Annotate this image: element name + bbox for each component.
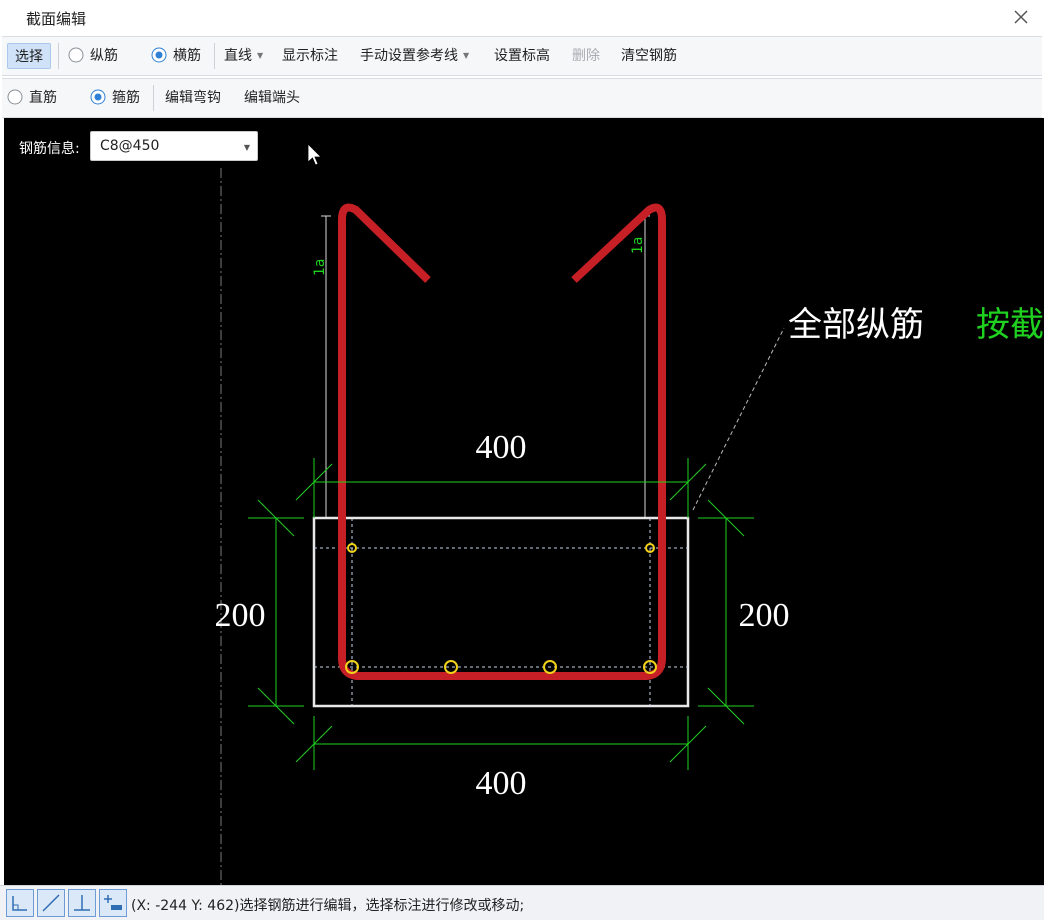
- status-text: (X: -244 Y: 462)选择钢筋进行编辑，选择标注进行修改或移动;: [131, 895, 524, 915]
- longitudinal-bars[interactable]: [345, 543, 657, 674]
- section-drawing[interactable]: 400 400 200 200 1a 1a 全部纵筋 按截: [4, 118, 1044, 885]
- manual-reference-line-dropdown[interactable]: 手动设置参考线 ▼: [360, 46, 469, 66]
- set-elevation-button[interactable]: 设置标高: [494, 46, 550, 66]
- chevron-down-icon: ▼: [463, 51, 470, 60]
- longitudinal-radio[interactable]: [68, 47, 84, 63]
- status-bar: (X: -244 Y: 462)选择钢筋进行编辑，选择标注进行修改或移动;: [0, 885, 1044, 920]
- dimension-text-bottom[interactable]: 400: [476, 765, 527, 802]
- orthogonal-snap-icon: [12, 896, 27, 911]
- snap-perpendicular-button[interactable]: [68, 889, 96, 917]
- toolbar-separator: [214, 43, 215, 69]
- main-toolbar: 选择 纵筋 横筋 直线 ▼ 显示标注 手动设置参考线 ▼ 设置标高 删除 清空钢筋: [2, 36, 1042, 76]
- delete-button[interactable]: 删除: [572, 46, 600, 66]
- toolbar-separator: [58, 43, 59, 69]
- anchor-label-right: 1a: [630, 237, 646, 255]
- select-button[interactable]: 选择: [7, 43, 51, 69]
- longitudinal-label[interactable]: 纵筋: [90, 46, 118, 66]
- rebar-info-label: 钢筋信息:: [19, 141, 80, 157]
- edit-end-button[interactable]: 编辑端头: [244, 88, 300, 108]
- anchor-label-left: 1a: [312, 259, 328, 277]
- clear-rebar-button[interactable]: 清空钢筋: [621, 46, 677, 66]
- line-type-label: 直线: [224, 48, 252, 64]
- toolbar-separator: [153, 85, 154, 111]
- manual-ref-label: 手动设置参考线: [360, 48, 458, 64]
- chevron-down-icon: ▼: [257, 51, 264, 60]
- drawing-canvas[interactable]: 400 400 200 200 1a 1a 全部纵筋 按截 钢筋信息: C8@4…: [4, 118, 1044, 885]
- annotation-leader: [692, 327, 785, 511]
- straight-radio[interactable]: [7, 89, 23, 105]
- cursor-coordinates: (X: -244 Y: 462): [131, 898, 240, 914]
- sub-toolbar: 直筋 箍筋 编辑弯钩 编辑端头: [2, 78, 1042, 118]
- stirrup-radio[interactable]: [90, 89, 106, 105]
- status-message: 选择钢筋进行编辑，选择标注进行修改或移动;: [239, 898, 525, 914]
- close-icon: [1014, 10, 1028, 24]
- dimension-text-right[interactable]: 200: [739, 597, 790, 634]
- snap-orthogonal-button[interactable]: [6, 889, 34, 917]
- annotation-text-green[interactable]: 按截: [976, 305, 1044, 345]
- show-dimensions-button[interactable]: 显示标注: [282, 46, 338, 66]
- diagonal-line-icon: [42, 894, 60, 912]
- annotation-text[interactable]: 全部纵筋: [788, 305, 924, 345]
- rebar-info-select[interactable]: C8@450 ▼: [90, 131, 258, 161]
- close-button[interactable]: [1010, 6, 1032, 28]
- stirrup-label[interactable]: 箍筋: [112, 88, 140, 108]
- edit-hook-button[interactable]: 编辑弯钩: [165, 88, 221, 108]
- chevron-down-icon: ▼: [243, 143, 250, 152]
- dimension-bottom[interactable]: [295, 716, 707, 770]
- rebar-info-value: C8@450: [100, 138, 160, 154]
- snap-angle-button[interactable]: [37, 889, 65, 917]
- snap-point-button[interactable]: [99, 889, 127, 917]
- transverse-label[interactable]: 横筋: [173, 46, 201, 66]
- dimension-text-left[interactable]: 200: [215, 597, 266, 634]
- mouse-cursor-icon: [307, 143, 322, 166]
- line-type-dropdown[interactable]: 直线 ▼: [224, 46, 263, 66]
- add-point-icon: [104, 895, 122, 910]
- window-title: 截面编辑: [26, 10, 87, 28]
- title-bar: 截面编辑: [0, 0, 1044, 34]
- transverse-radio[interactable]: [151, 47, 167, 63]
- dimension-text-top[interactable]: 400: [476, 429, 527, 466]
- perpendicular-icon: [74, 895, 90, 911]
- straight-label[interactable]: 直筋: [29, 88, 57, 108]
